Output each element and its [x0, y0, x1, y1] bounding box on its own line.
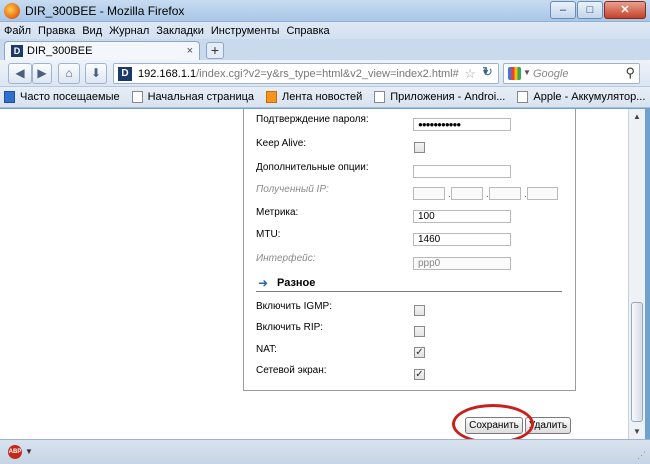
section-arrow-icon: ➜ [258, 276, 269, 290]
ip-octet-1 [413, 187, 445, 200]
highlight-circle [452, 404, 534, 444]
menu-bar: Файл Правка Вид Журнал Закладки Инструме… [0, 22, 650, 39]
tab-close-icon[interactable]: × [187, 45, 193, 57]
tab-bar: D DIR_300BEE × + [0, 39, 650, 60]
status-bar: ABP ▼ ⋰ [0, 439, 650, 464]
ip-octet-4 [527, 187, 558, 200]
window-controls: – □ ✕ [550, 1, 646, 19]
bookmarks-bar: Часто посещаемые Начальная страница Лент… [0, 87, 650, 108]
keepalive-checkbox[interactable] [414, 142, 425, 153]
close-button[interactable]: ✕ [604, 1, 646, 19]
tab-dir300bee[interactable]: D DIR_300BEE × [4, 41, 200, 60]
search-placeholder: Google [533, 68, 569, 80]
site-identity-icon[interactable]: D [118, 67, 132, 81]
menu-history[interactable]: Журнал [109, 25, 149, 37]
page-icon [374, 91, 386, 103]
menu-file[interactable]: Файл [4, 25, 31, 37]
title-bar: DIR_300BEE - Mozilla Firefox – □ ✕ [0, 0, 650, 22]
navigation-bar: ◀ ▶ ⌂ ⬇ D 192.168.1.1/index.cgi?v2=y&rs_… [0, 60, 650, 87]
igmp-label: Включить IGMP: [256, 301, 332, 312]
mtu-label: MTU: [256, 229, 281, 240]
metric-label: Метрика: [256, 207, 299, 218]
bookmark-star-icon[interactable]: ☆ [464, 66, 476, 82]
bookmark-news-feed[interactable]: Лента новостей [266, 91, 362, 103]
scroll-up-icon[interactable]: ▲ [631, 112, 643, 121]
adblock-icon[interactable]: ABP [8, 445, 22, 459]
resize-grip-icon[interactable]: ⋰ [637, 450, 646, 461]
misc-section-title: Разное [277, 277, 316, 289]
firewall-checkbox[interactable]: ✓ [414, 369, 425, 380]
page-icon [131, 91, 143, 103]
interface-label: Интерфейс: [256, 253, 316, 264]
bookmark-most-visited[interactable]: Часто посещаемые [4, 91, 120, 103]
adblock-dropdown-icon[interactable]: ▼ [25, 447, 33, 456]
url-text[interactable]: 192.168.1.1/index.cgi?v2=y&rs_type=html&… [138, 68, 459, 80]
interface-input: ppp0 [413, 257, 511, 270]
menu-tools[interactable]: Инструменты [211, 25, 280, 37]
search-engine-dropdown-icon[interactable]: ▼ [523, 68, 531, 77]
bookmark-icon [4, 91, 15, 103]
mtu-input[interactable]: 1460 [413, 233, 511, 246]
extra-options-input[interactable] [413, 165, 511, 178]
firefox-icon [4, 3, 20, 19]
menu-help[interactable]: Справка [286, 25, 329, 37]
menu-edit[interactable]: Правка [38, 25, 75, 37]
password-confirm-label: Подтверждение пароля: [256, 114, 369, 125]
nat-label: NAT: [256, 344, 277, 355]
nat-checkbox[interactable]: ✓ [414, 347, 425, 358]
bookmark-android-apps[interactable]: Приложения - Androi... [374, 91, 505, 103]
scroll-down-icon[interactable]: ▼ [631, 427, 643, 436]
maximize-button[interactable]: □ [577, 1, 603, 19]
dlink-favicon-icon: D [11, 45, 23, 57]
rip-checkbox[interactable] [414, 326, 425, 337]
received-ip-label: Полученный IP: [256, 184, 329, 195]
password-confirm-input[interactable]: ●●●●●●●●●●● [413, 118, 511, 131]
window-title: DIR_300BEE - Mozilla Firefox [25, 4, 185, 18]
bookmark-home-page[interactable]: Начальная страница [131, 91, 254, 103]
menu-view[interactable]: Вид [82, 25, 102, 37]
ip-octet-2 [451, 187, 483, 200]
vertical-scrollbar[interactable]: ▲ ▼ [628, 109, 645, 439]
rip-label: Включить RIP: [256, 322, 324, 333]
search-box[interactable]: ▼ Google ⚲ [503, 63, 640, 84]
new-tab-button[interactable]: + [206, 42, 224, 59]
forward-button[interactable]: ▶ [32, 63, 52, 84]
ip-octet-3 [489, 187, 521, 200]
misc-section-header: ➜ Разное [256, 276, 562, 292]
google-icon[interactable] [508, 67, 521, 80]
home-button[interactable]: ⌂ [58, 63, 80, 84]
reload-icon[interactable]: ↻ [482, 64, 493, 80]
keepalive-label: Keep Alive: [256, 138, 307, 149]
igmp-checkbox[interactable] [414, 305, 425, 316]
rss-icon [266, 91, 278, 103]
search-icon[interactable]: ⚲ [625, 65, 635, 81]
bookmark-apple-battery[interactable]: Apple - Аккумулятор... [517, 91, 645, 103]
menu-bookmarks[interactable]: Закладки [156, 25, 204, 37]
download-button[interactable]: ⬇ [85, 63, 107, 84]
wan-settings-panel: Подтверждение пароля: ●●●●●●●●●●● Keep A… [243, 109, 576, 391]
back-button[interactable]: ◀ [8, 63, 32, 84]
scrollbar-thumb[interactable] [631, 302, 643, 422]
minimize-button[interactable]: – [550, 1, 576, 19]
metric-input[interactable]: 100 [413, 210, 511, 223]
firewall-label: Сетевой экран: [256, 365, 327, 376]
page-content: Подтверждение пароля: ●●●●●●●●●●● Keep A… [0, 109, 628, 439]
extra-options-label: Дополнительные опции: [256, 162, 369, 173]
url-bar[interactable]: D 192.168.1.1/index.cgi?v2=y&rs_type=htm… [113, 63, 499, 84]
tab-label: DIR_300BEE [27, 45, 93, 57]
page-icon [517, 91, 529, 103]
